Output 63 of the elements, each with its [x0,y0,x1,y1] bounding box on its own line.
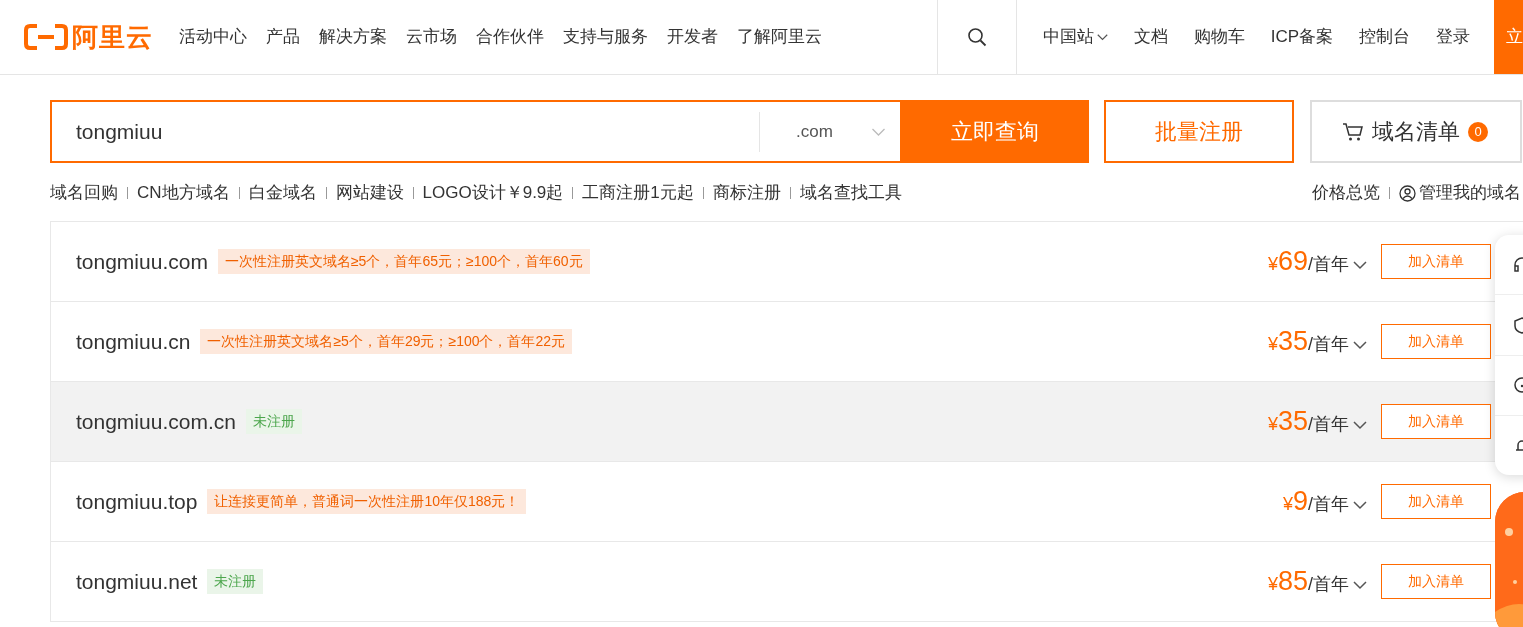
nav-link[interactable]: 产品 [266,24,300,50]
chevron-down-icon[interactable] [1353,421,1367,431]
quick-link[interactable]: CN地方域名 [137,180,230,206]
nav-link[interactable]: 解决方案 [319,24,387,50]
chevron-down-icon[interactable] [1353,261,1367,271]
price-unit: /首年 [1308,414,1349,437]
quick-link[interactable]: 白金域名 [248,180,317,206]
promo-tag: 让连接更简单，普通词一次性注册10年仅188元！ [207,489,527,514]
header-link[interactable]: 购物车 [1193,24,1245,50]
domain-name: tongmiuu.com.cn [76,408,236,435]
quick-link[interactable]: 商标注册 [712,180,781,206]
price: 69 [1277,245,1308,279]
price: 9 [1292,485,1308,519]
price-overview-link[interactable]: 价格总览 [1312,180,1380,206]
price-unit: /首年 [1308,334,1349,357]
currency-symbol: ¥ [1267,574,1278,597]
header-link[interactable]: 控制台 [1359,24,1410,50]
price: 35 [1277,405,1308,439]
currency-symbol: ¥ [1267,254,1278,277]
logo-icon [24,24,68,50]
chevron-down-icon[interactable] [1353,581,1367,591]
domain-name: tongmiuu.net [76,568,198,595]
nav-link[interactable]: 活动中心 [179,24,247,50]
currency-symbol: ¥ [1282,494,1293,517]
nav-link[interactable]: 合作伙伴 [476,24,544,50]
chevron-down-icon[interactable] [1353,341,1367,351]
header-link[interactable]: ICP备案 [1270,24,1333,50]
user-icon [1399,184,1416,202]
quick-link[interactable]: LOGO设计￥9.9起 [422,180,564,206]
search-field[interactable]: tongmiuu .com [50,100,900,163]
promo-tag: 一次性注册英文域名≥5个，首年65元；≥100个，首年60元 [217,249,590,274]
price-unit: /首年 [1308,254,1349,277]
quick-link[interactable]: 域名回购 [50,180,118,206]
search-icon[interactable] [966,27,987,47]
manage-domains-link[interactable]: 管理我的域名 [1419,180,1521,206]
chevron-down-icon [1096,33,1108,43]
quick-link[interactable]: 网站建设 [335,180,404,206]
nav-link[interactable]: 了解阿里云 [737,24,822,50]
nav-link[interactable]: 云市场 [406,24,457,50]
count-badge: 0 [1468,121,1488,142]
nav-link[interactable]: 开发者 [667,24,718,50]
status-tag: 未注册 [207,569,264,594]
domain-name: tongmiuu.cn [76,328,191,355]
header-link[interactable]: 登录 [1436,24,1470,50]
price-unit: /首年 [1308,494,1349,517]
domain-name: tongmiuu.com [76,248,208,275]
site-selector[interactable]: 中国站 [1042,24,1108,50]
price-unit: /首年 [1308,574,1349,597]
promo-tag: 一次性注册英文域名≥5个，首年29元；≥100个，首年22元 [200,329,573,354]
quick-link[interactable]: 工商注册1元起 [582,180,694,206]
chevron-down-icon [871,127,886,137]
header-link[interactable]: 文档 [1133,24,1168,50]
domain-name: tongmiuu.top [76,488,198,515]
cart-icon [1342,121,1364,142]
nav-link[interactable]: 支持与服务 [563,24,648,50]
currency-symbol: ¥ [1267,334,1278,357]
chevron-down-icon[interactable] [1353,501,1367,511]
quick-link[interactable]: 域名查找工具 [799,180,902,206]
domain-list-button[interactable]: 域名清单 0 [1310,100,1522,163]
price: 35 [1277,325,1308,359]
status-tag: 未注册 [245,409,302,434]
price: 85 [1277,565,1308,599]
currency-symbol: ¥ [1267,414,1278,437]
